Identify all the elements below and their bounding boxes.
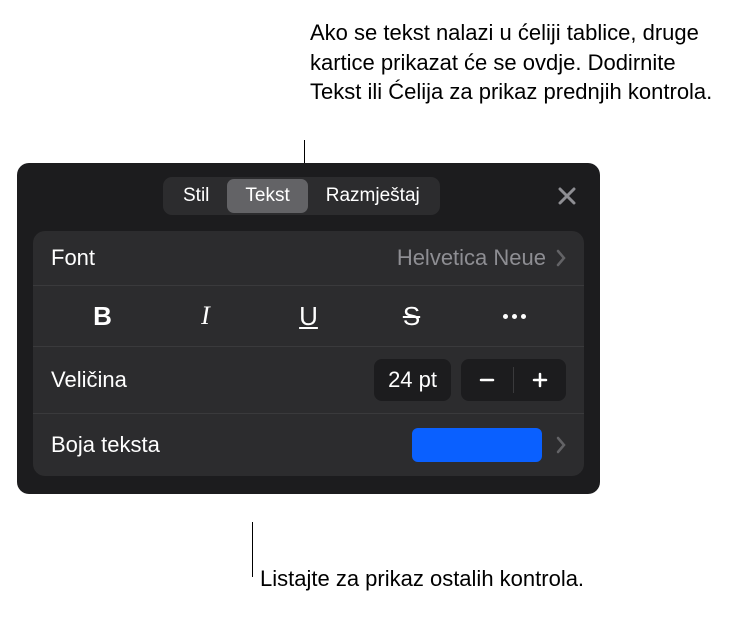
color-swatch[interactable] — [412, 428, 542, 462]
tabs-container: Stil Tekst Razmještaj — [163, 177, 440, 215]
more-styles-button[interactable] — [490, 296, 540, 336]
tab-style[interactable]: Stil — [165, 179, 227, 213]
text-color-label: Boja teksta — [51, 432, 160, 458]
text-style-row: B I U S — [33, 286, 584, 347]
callout-bottom-line — [252, 522, 253, 577]
chevron-right-icon — [556, 249, 566, 267]
size-row: Veličina 24 pt — [33, 347, 584, 414]
plus-icon — [531, 371, 549, 389]
bold-button[interactable]: B — [78, 296, 128, 336]
callout-top-text: Ako se tekst nalazi u ćeliji tablice, dr… — [310, 18, 725, 107]
tabs-row: Stil Tekst Razmještaj — [33, 177, 584, 215]
callout-bottom-text: Listajte za prikaz ostalih kontrola. — [260, 566, 584, 592]
font-value: Helvetica Neue — [397, 245, 546, 271]
tab-text[interactable]: Tekst — [227, 179, 307, 213]
text-color-row[interactable]: Boja teksta — [33, 414, 584, 476]
close-button[interactable] — [550, 179, 584, 213]
font-label: Font — [51, 245, 95, 271]
underline-button[interactable]: U — [284, 296, 334, 336]
font-row[interactable]: Font Helvetica Neue — [33, 231, 584, 286]
format-panel: Stil Tekst Razmještaj Font Helvetica Neu… — [17, 163, 600, 494]
size-increase-button[interactable] — [514, 359, 566, 401]
chevron-right-icon — [556, 436, 566, 454]
italic-button[interactable]: I — [181, 296, 231, 336]
close-icon — [558, 187, 576, 205]
minus-icon — [478, 371, 496, 389]
size-value[interactable]: 24 pt — [374, 359, 451, 401]
more-icon — [503, 314, 526, 319]
size-label: Veličina — [51, 367, 127, 393]
size-decrease-button[interactable] — [461, 359, 513, 401]
size-stepper — [461, 359, 566, 401]
strikethrough-button[interactable]: S — [387, 296, 437, 336]
content-area: Font Helvetica Neue B I U S Veličina 24 … — [33, 231, 584, 476]
tab-layout[interactable]: Razmještaj — [308, 179, 438, 213]
